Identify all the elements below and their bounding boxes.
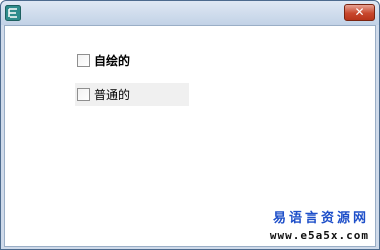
- checkbox-box[interactable]: [77, 88, 90, 101]
- checkbox-box[interactable]: [77, 53, 90, 67]
- window-client-area: 自绘的 普通的 易语言资源网 www.e5a5x.com: [4, 25, 376, 247]
- checkbox-label: 自绘的: [94, 53, 131, 68]
- app-window: ✕ 自绘的 普通的 易语言资源网 www.e5a5x.com: [0, 0, 380, 250]
- close-button[interactable]: ✕: [344, 4, 375, 21]
- checkbox-label: 普通的: [94, 88, 131, 102]
- app-icon: [5, 5, 21, 21]
- watermark-title: 易语言资源网: [272, 211, 369, 226]
- checkbox-owner-draw[interactable]: 自绘的: [77, 52, 130, 68]
- watermark: 易语言资源网 www.e5a5x.com: [270, 207, 369, 242]
- watermark-url: www.e5a5x.com: [269, 229, 369, 242]
- checkbox-normal[interactable]: 普通的: [75, 83, 189, 106]
- title-bar[interactable]: ✕: [1, 1, 379, 25]
